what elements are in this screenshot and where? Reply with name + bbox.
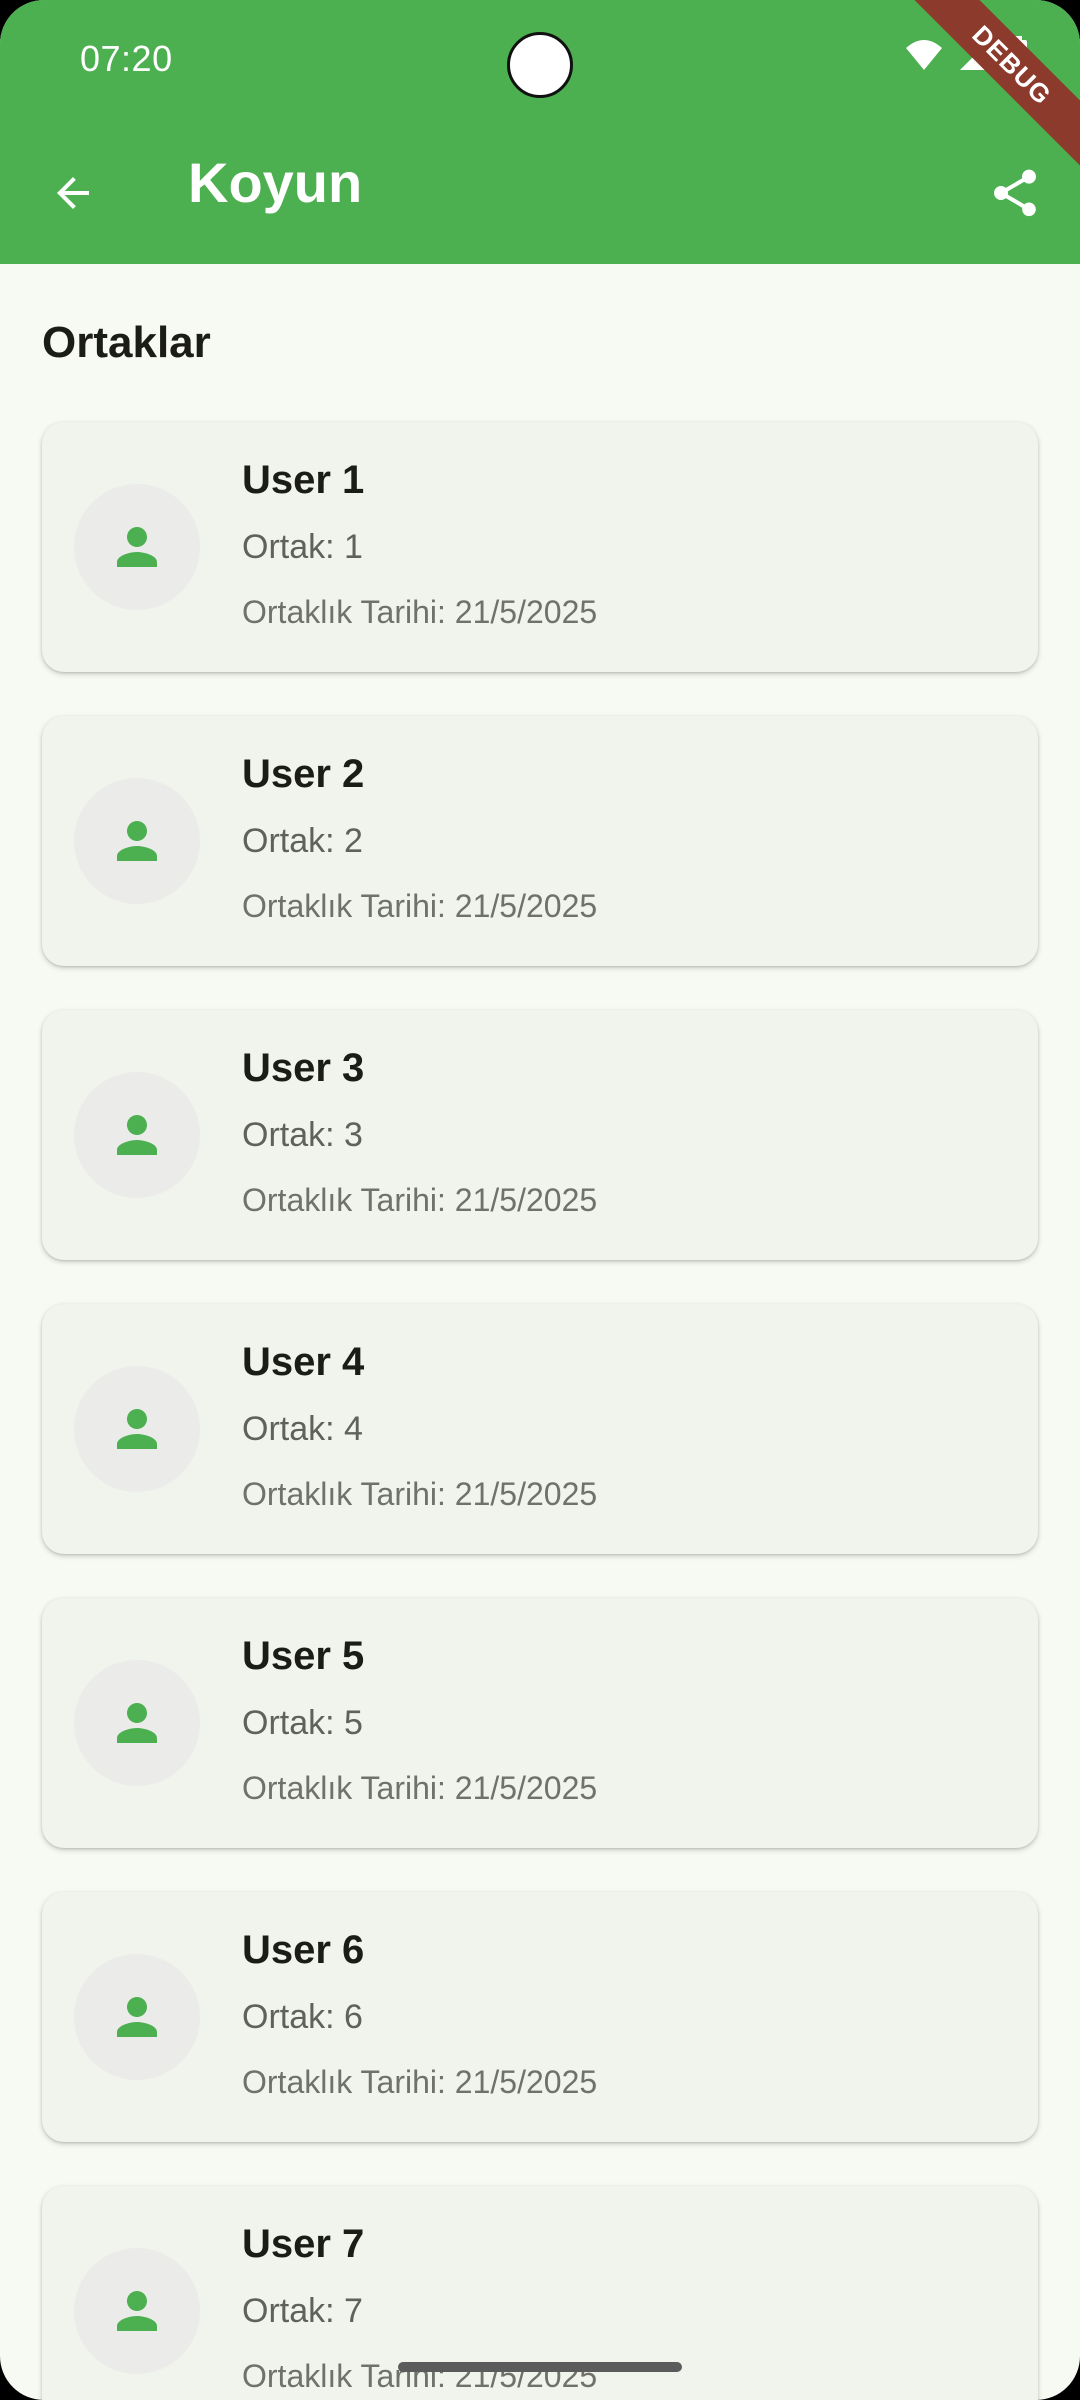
partner-date: Ortaklık Tarihi: 21/5/2025 [242, 2064, 598, 2100]
person-icon [117, 821, 157, 861]
avatar [74, 778, 200, 904]
partner-card[interactable]: User 1 Ortak: 1 Ortaklık Tarihi: 21/5/20… [42, 422, 1038, 672]
avatar [74, 484, 200, 610]
partner-name: User 7 [242, 2222, 365, 2266]
partner-card[interactable]: User 4 Ortak: 4 Ortaklık Tarihi: 21/5/20… [42, 1304, 1038, 1554]
person-icon [117, 2291, 157, 2331]
partner-share: Ortak: 3 [242, 1116, 363, 1154]
avatar [74, 1954, 200, 2080]
app-bar: 07:20 DEBUG Koyun [0, 0, 1080, 264]
avatar [74, 2248, 200, 2374]
partner-name: User 4 [242, 1340, 365, 1384]
partner-name: User 3 [242, 1046, 365, 1090]
partner-date: Ortaklık Tarihi: 21/5/2025 [242, 594, 598, 630]
share-button[interactable] [980, 158, 1050, 228]
partner-card[interactable]: User 6 Ortak: 6 Ortaklık Tarihi: 21/5/20… [42, 1892, 1038, 2142]
partner-date: Ortaklık Tarihi: 21/5/2025 [242, 1182, 598, 1218]
debug-banner: DEBUG [903, 0, 1080, 174]
partner-date: Ortaklık Tarihi: 21/5/2025 [242, 888, 598, 924]
partner-share: Ortak: 2 [242, 822, 363, 860]
screen: 07:20 DEBUG Koyun Ortaklar User 1 Ortak:… [0, 0, 1080, 2400]
page-title: Koyun [188, 151, 363, 214]
home-indicator[interactable] [398, 2362, 682, 2372]
partner-name: User 5 [242, 1634, 365, 1678]
partner-name: User 1 [242, 458, 365, 502]
partner-name: User 6 [242, 1928, 365, 1972]
back-button[interactable] [40, 160, 106, 226]
status-time: 07:20 [80, 38, 173, 79]
partner-card[interactable]: User 5 Ortak: 5 Ortaklık Tarihi: 21/5/20… [42, 1598, 1038, 1848]
person-icon [117, 1409, 157, 1449]
partner-share: Ortak: 4 [242, 1410, 363, 1448]
partner-card[interactable]: User 2 Ortak: 2 Ortaklık Tarihi: 21/5/20… [42, 716, 1038, 966]
avatar [74, 1072, 200, 1198]
wifi-icon [906, 40, 942, 70]
person-icon [117, 1997, 157, 2037]
partner-list: User 1 Ortak: 1 Ortaklık Tarihi: 21/5/20… [42, 422, 1038, 2400]
person-icon [117, 1703, 157, 1743]
partner-date: Ortaklık Tarihi: 21/5/2025 [242, 1476, 598, 1512]
person-icon [117, 527, 157, 567]
person-icon [117, 1115, 157, 1155]
partner-share: Ortak: 6 [242, 1998, 363, 2036]
section-title: Ortaklar [42, 318, 211, 367]
avatar [74, 1366, 200, 1492]
partner-share: Ortak: 1 [242, 528, 363, 566]
partner-date: Ortaklık Tarihi: 21/5/2025 [242, 1770, 598, 1806]
partner-name: User 2 [242, 752, 365, 796]
partner-share: Ortak: 7 [242, 2292, 363, 2330]
partner-card[interactable]: User 3 Ortak: 3 Ortaklık Tarihi: 21/5/20… [42, 1010, 1038, 1260]
camera-cutout [507, 32, 573, 98]
partner-share: Ortak: 5 [242, 1704, 363, 1742]
share-icon [994, 169, 1036, 217]
avatar [74, 1660, 200, 1786]
arrow-back-icon [57, 177, 89, 209]
